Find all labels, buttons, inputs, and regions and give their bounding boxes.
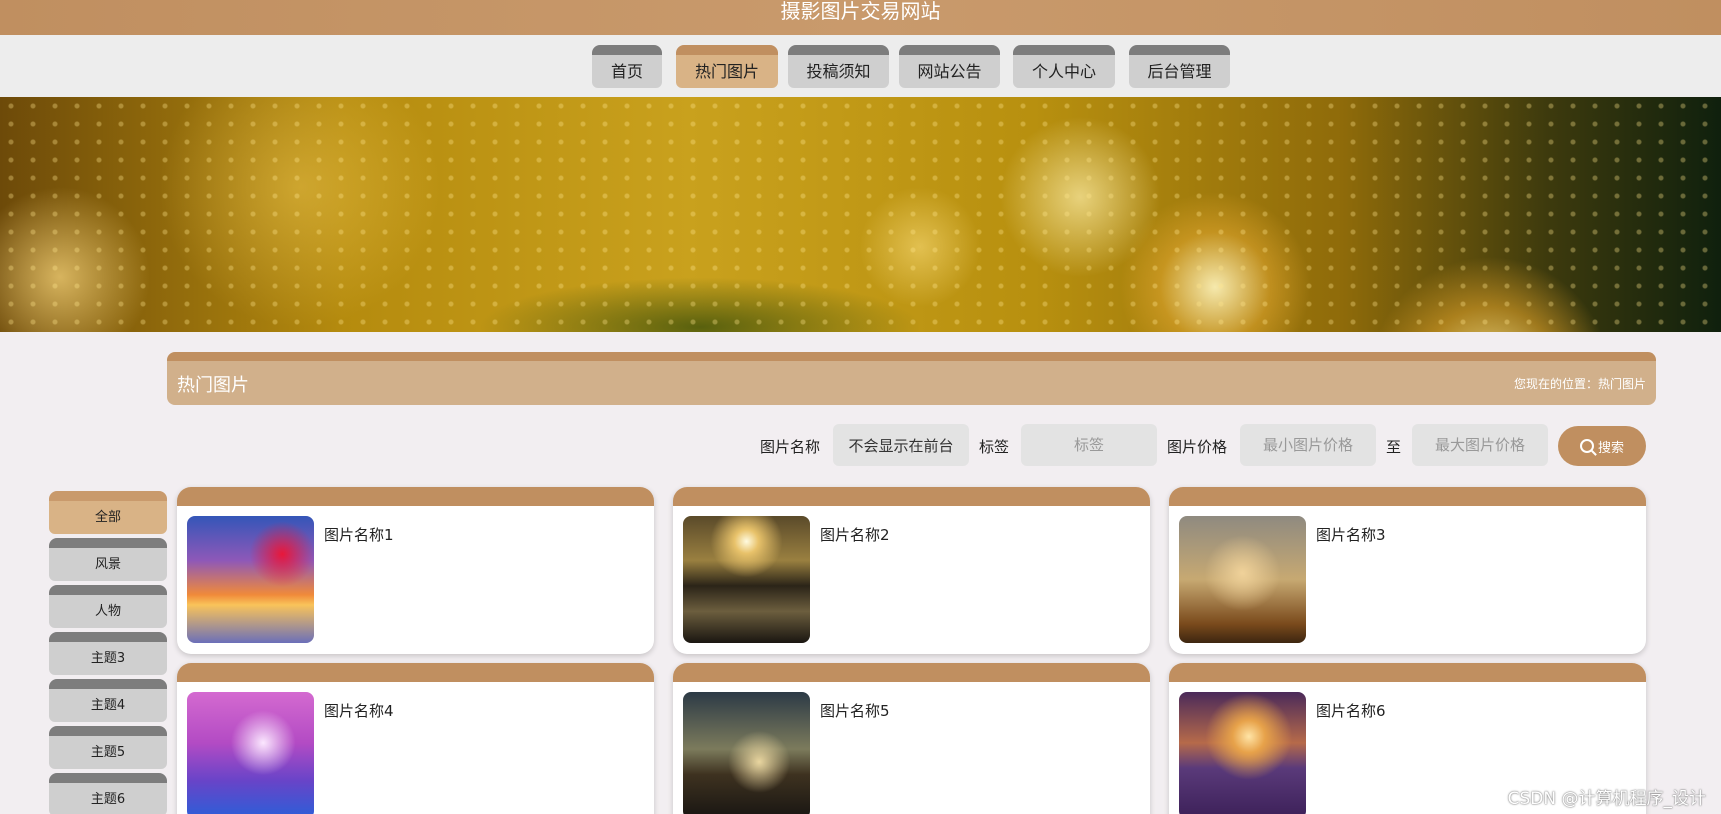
category-theme3[interactable]: 主题3 (49, 632, 167, 675)
watermark: CSDN @计算机程序_设计 (1507, 789, 1706, 809)
image-card[interactable]: 图片名称2 (673, 487, 1150, 654)
card-thumbnail[interactable] (683, 516, 810, 643)
category-theme6[interactable]: 主题6 (49, 773, 167, 814)
nav-item-admin[interactable]: 后台管理 (1129, 45, 1230, 88)
card-thumbnail[interactable] (187, 692, 314, 814)
category-people[interactable]: 人物 (49, 585, 167, 628)
name-input[interactable] (833, 424, 969, 466)
card-thumbnail[interactable] (683, 692, 810, 814)
card-thumbnail[interactable] (187, 516, 314, 643)
nav-item-submission-guide[interactable]: 投稿须知 (788, 45, 889, 88)
card-title[interactable]: 图片名称4 (324, 700, 394, 721)
name-label: 图片名称 (760, 438, 821, 456)
card-title[interactable]: 图片名称1 (324, 524, 394, 545)
top-header: 摄影图片交易网站 (0, 0, 1721, 35)
category-landscape[interactable]: 风景 (49, 538, 167, 581)
category-theme5[interactable]: 主题5 (49, 726, 167, 769)
card-title[interactable]: 图片名称3 (1316, 524, 1386, 545)
nav-item-home[interactable]: 首页 (592, 45, 662, 88)
search-icon (1579, 439, 1594, 453)
category-all[interactable]: 全部 (49, 491, 167, 534)
search-bar: 图片名称 标签 图片价格 至 搜索 (0, 424, 1721, 468)
card-thumbnail[interactable] (1179, 516, 1306, 643)
image-card[interactable]: 图片名称3 (1169, 487, 1646, 654)
image-card[interactable]: 图片名称5 (673, 663, 1150, 814)
to-label: 至 (1386, 438, 1402, 456)
image-card[interactable]: 图片名称1 (177, 487, 654, 654)
card-title[interactable]: 图片名称5 (820, 700, 890, 721)
card-header (1169, 487, 1646, 506)
search-button[interactable]: 搜索 (1558, 426, 1646, 466)
card-header (177, 663, 654, 682)
hero-banner (0, 97, 1721, 332)
nav-item-announcements[interactable]: 网站公告 (899, 45, 1000, 88)
max-price-input[interactable] (1412, 424, 1548, 466)
image-card[interactable]: 图片名称4 (177, 663, 654, 814)
card-title[interactable]: 图片名称2 (820, 524, 890, 545)
tag-label: 标签 (979, 438, 1010, 456)
section-header: 热门图片 您现在的位置：热门图片 (167, 352, 1656, 405)
banner-texture (0, 97, 1721, 332)
card-header (1169, 663, 1646, 682)
category-theme4[interactable]: 主题4 (49, 679, 167, 722)
card-title[interactable]: 图片名称6 (1316, 700, 1386, 721)
breadcrumb: 您现在的位置：热门图片 (1513, 377, 1646, 391)
main-nav: 首页 热门图片 投稿须知 网站公告 个人中心 后台管理 (0, 35, 1721, 97)
card-header (177, 487, 654, 506)
price-label: 图片价格 (1167, 438, 1228, 456)
tag-input[interactable] (1021, 424, 1157, 466)
nav-item-user-center[interactable]: 个人中心 (1013, 45, 1115, 88)
section-title: 热门图片 (177, 375, 249, 396)
card-thumbnail[interactable] (1179, 692, 1306, 814)
site-title: 摄影图片交易网站 (780, 0, 941, 23)
min-price-input[interactable] (1240, 424, 1376, 466)
nav-item-hot-images[interactable]: 热门图片 (676, 45, 778, 88)
card-header (673, 487, 1150, 506)
card-header (673, 663, 1150, 682)
search-button-label: 搜索 (1597, 440, 1624, 456)
